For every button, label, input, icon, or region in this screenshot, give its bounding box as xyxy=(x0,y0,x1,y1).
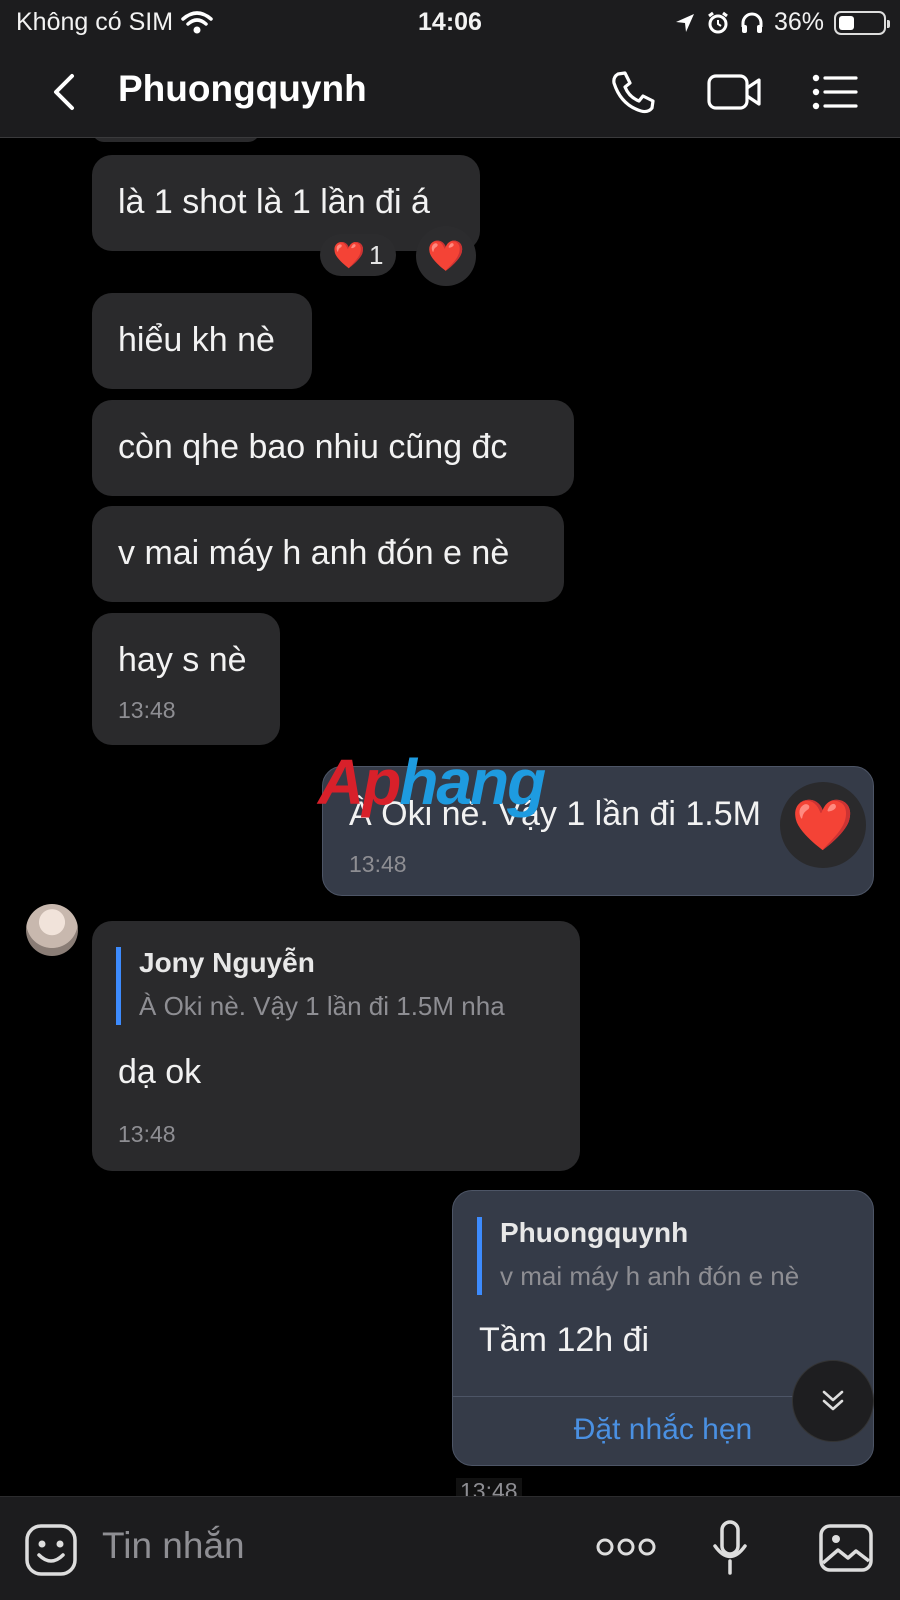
quote-author: Jony Nguyễn xyxy=(139,947,315,978)
reply-quote[interactable]: Phuongquynh v mai máy h anh đón e nè xyxy=(477,1217,799,1295)
quote-text: À Oki nè. Vậy 1 lần đi 1.5M nha xyxy=(139,991,505,1021)
message-list[interactable]: là 1 shot là 1 lần đi á ❤️ 1 ❤️ hiểu kh … xyxy=(0,138,900,1496)
message-bubble-received[interactable]: còn qhe bao nhiu cũng đc xyxy=(92,400,574,496)
message-text: là 1 shot là 1 lần đi á xyxy=(118,183,430,221)
composer-bar: Tin nhắn xyxy=(0,1496,900,1600)
reaction-count[interactable]: ❤️ 1 xyxy=(320,234,396,276)
message-timestamp: 13:48 xyxy=(456,1478,522,1496)
alarm-icon xyxy=(708,11,728,33)
status-right: 36% xyxy=(674,8,890,37)
message-text: Tầm 12h đi xyxy=(479,1321,650,1359)
status-bar: Không có SIM 14:06 36% xyxy=(0,0,900,46)
message-text: v mai máy h anh đón e nè xyxy=(118,534,510,572)
message-input[interactable]: Tin nhắn xyxy=(102,1525,245,1567)
watermark-logo: Aphang xyxy=(318,746,546,818)
scroll-to-bottom-button[interactable] xyxy=(792,1360,874,1442)
reaction-badge[interactable]: ❤️ xyxy=(780,782,866,868)
quote-author: Phuongquynh xyxy=(500,1217,689,1248)
avatar[interactable] xyxy=(26,904,78,956)
image-icon[interactable] xyxy=(818,1523,874,1573)
message-bubble-received[interactable]: hiểu kh nè xyxy=(92,293,312,389)
headphones-icon xyxy=(741,12,763,33)
reply-quote[interactable]: Jony Nguyễn À Oki nè. Vậy 1 lần đi 1.5M … xyxy=(116,947,505,1025)
message-text: còn qhe bao nhiu cũng đc xyxy=(118,428,508,466)
message-bubble-received[interactable]: Jony Nguyễn À Oki nè. Vậy 1 lần đi 1.5M … xyxy=(92,921,580,1171)
heart-icon: ❤️ xyxy=(791,796,855,853)
react-heart-button[interactable]: ❤️ xyxy=(416,226,476,286)
message-bubble-received[interactable]: v mai máy h anh đón e nè xyxy=(92,506,564,602)
double-chevron-down-icon xyxy=(822,1390,844,1411)
message-text: dạ ok xyxy=(118,1053,202,1091)
message-bubble-received[interactable]: hay s nè 13:48 xyxy=(92,613,280,745)
message-timestamp: 13:48 xyxy=(118,697,176,723)
back-chevron-icon[interactable] xyxy=(44,70,88,114)
microphone-icon[interactable] xyxy=(712,1519,748,1577)
message-text: hiểu kh nè xyxy=(118,321,275,359)
heart-icon: ❤️ xyxy=(427,239,465,273)
contact-name[interactable]: Phuongquynh xyxy=(118,68,367,110)
phone-icon[interactable] xyxy=(608,68,658,116)
quote-text: v mai máy h anh đón e nè xyxy=(500,1261,800,1291)
partial-message-bubble xyxy=(92,138,260,142)
more-icon[interactable] xyxy=(596,1535,656,1559)
message-text: hay s nè xyxy=(118,641,247,679)
battery-percent: 36% xyxy=(773,8,824,36)
reaction-count-label: 1 xyxy=(368,239,384,270)
message-timestamp: 13:48 xyxy=(349,851,407,877)
sticker-icon[interactable] xyxy=(24,1523,78,1577)
battery-icon xyxy=(834,10,890,35)
location-arrow-icon xyxy=(675,13,694,32)
video-camera-icon[interactable] xyxy=(706,68,762,116)
heart-icon: ❤️ xyxy=(332,239,365,270)
list-menu-icon[interactable] xyxy=(810,68,860,116)
chat-header: Phuongquynh xyxy=(0,46,900,138)
message-timestamp: 13:48 xyxy=(118,1121,176,1147)
